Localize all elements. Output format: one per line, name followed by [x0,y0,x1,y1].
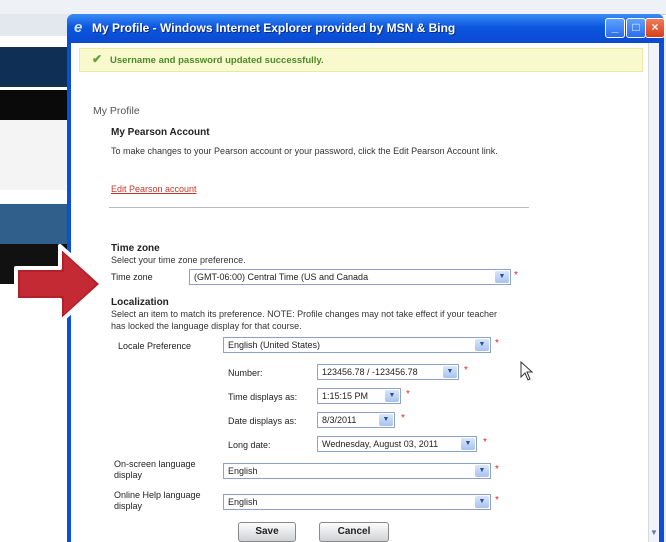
required-marker: * [401,413,405,424]
chevron-down-icon: ▼ [385,390,399,402]
time-display-label: Time displays as: [228,392,298,402]
close-button[interactable]: × [645,18,665,38]
number-format-select[interactable]: 123456.78 / -123456.78 ▼ [317,364,459,380]
success-message: Username and password updated successful… [110,55,324,66]
locale-preference-label: Locale Preference [118,341,192,351]
background-band-black [0,90,75,120]
scroll-down-arrow-icon[interactable]: ▼ [649,528,659,540]
chevron-down-icon: ▼ [495,271,509,283]
chevron-down-icon: ▼ [475,496,489,508]
required-marker: * [483,437,487,448]
chevron-down-icon: ▼ [443,366,457,378]
maximize-button[interactable]: □ [626,18,646,38]
page-title: My Profile [93,105,140,117]
onscreen-language-value: English [228,466,258,476]
time-format-select[interactable]: 1:15:15 PM ▼ [317,388,401,404]
long-date-select[interactable]: Wednesday, August 03, 2011 ▼ [317,436,477,452]
background-panel [0,120,75,190]
date-format-value: 8/3/2011 [322,415,357,425]
checkmark-icon: ✔ [92,52,103,66]
timezone-value: (GMT-06:00) Central Time (US and Canada [194,272,369,282]
number-label: Number: [228,368,263,378]
date-format-select[interactable]: 8/3/2011 ▼ [317,412,395,428]
divider [109,207,529,208]
edit-pearson-account-link[interactable]: Edit Pearson account [111,184,197,194]
success-banner: ✔ Username and password updated successf… [79,48,643,72]
localization-subtext: Select an item to match its preference. … [111,309,498,331]
background-blue-band [0,204,75,244]
long-date-label: Long date: [228,440,271,450]
timezone-select[interactable]: (GMT-06:00) Central Time (US and Canada … [189,269,511,285]
localization-heading: Localization [111,297,169,308]
minimize-button[interactable]: _ [605,18,625,38]
vertical-scrollbar[interactable] [648,43,659,542]
onscreen-language-select[interactable]: English ▼ [223,463,491,479]
required-marker: * [495,495,499,506]
required-marker: * [406,389,410,400]
pearson-paragraph: To make changes to your Pearson account … [111,146,498,156]
background-banner-dark [0,47,75,87]
locale-preference-select[interactable]: English (United States) ▼ [223,337,491,353]
pearson-heading: My Pearson Account [111,127,210,138]
long-date-value: Wednesday, August 03, 2011 [322,439,439,449]
mouse-cursor-icon [520,361,534,381]
background-browser-toolbar [0,0,666,15]
background-strip [0,14,75,36]
required-marker: * [514,270,518,281]
online-help-language-select[interactable]: English ▼ [223,494,491,510]
online-help-language-label: Online Help language display [114,490,201,511]
save-button[interactable]: Save [238,522,296,542]
timezone-label: Time zone [111,272,153,282]
ie-logo-icon: e [74,19,83,36]
date-display-label: Date displays as: [228,416,297,426]
chevron-down-icon: ▼ [461,438,475,450]
online-help-language-value: English [228,497,258,507]
timezone-heading: Time zone [111,243,160,254]
required-marker: * [495,464,499,475]
required-marker: * [495,338,499,349]
annotation-arrow-icon [14,244,104,324]
cancel-button[interactable]: Cancel [319,522,389,542]
chevron-down-icon: ▼ [379,414,393,426]
required-marker: * [464,365,468,376]
locale-preference-value: English (United States) [228,340,321,350]
profile-window: e My Profile - Windows Internet Explorer… [67,14,665,542]
window-title: My Profile - Windows Internet Explorer p… [92,21,456,35]
number-format-value: 123456.78 / -123456.78 [322,367,418,377]
window-content: ✔ Username and password updated successf… [71,43,659,542]
window-titlebar: e My Profile - Windows Internet Explorer… [67,14,665,43]
time-format-value: 1:15:15 PM [322,391,369,401]
chevron-down-icon: ▼ [475,339,489,351]
timezone-subtext: Select your time zone preference. [111,255,246,265]
onscreen-language-label: On-screen language display [114,459,196,480]
chevron-down-icon: ▼ [475,465,489,477]
